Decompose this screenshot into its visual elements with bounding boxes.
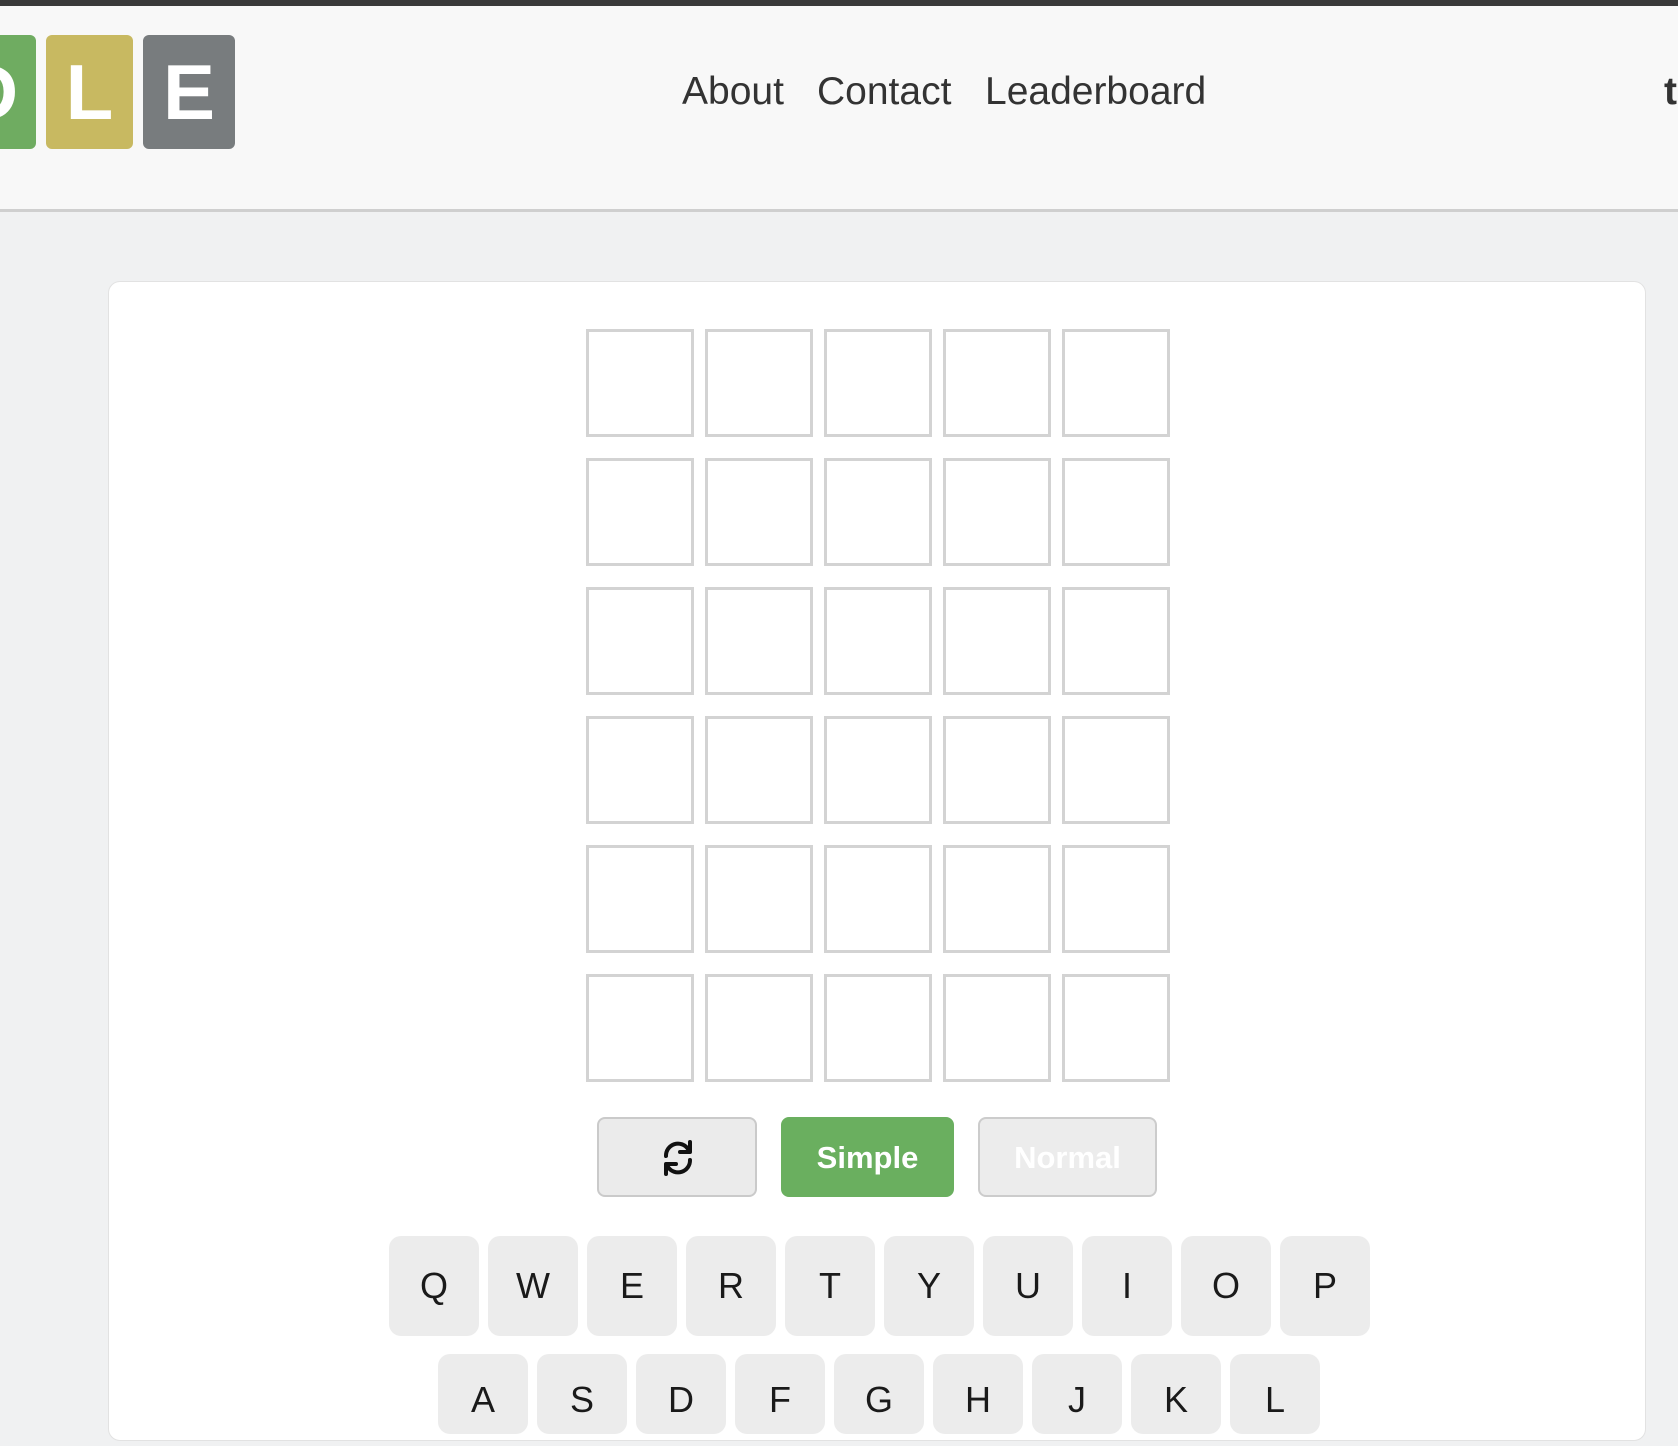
guess-row (586, 329, 1170, 437)
grid-cell (1062, 845, 1170, 953)
nav-leaderboard-link[interactable]: Leaderboard (985, 62, 1206, 122)
key-u[interactable]: U (983, 1236, 1073, 1336)
keyboard-row-1: Q W E R T Y U I O P (389, 1236, 1370, 1336)
grid-cell (824, 329, 932, 437)
grid-cell (943, 716, 1051, 824)
grid-cell (824, 458, 932, 566)
grid-cell (1062, 716, 1170, 824)
nav-about-link[interactable]: About (682, 62, 784, 122)
normal-mode-button[interactable]: Normal (978, 1117, 1157, 1197)
header-right-text: t (1664, 70, 1677, 113)
key-s[interactable]: S (537, 1354, 627, 1434)
site-header: D L E About Contact Leaderboard t (0, 6, 1678, 212)
guess-grid (586, 329, 1170, 1103)
grid-cell (586, 458, 694, 566)
grid-cell (705, 845, 813, 953)
guess-row (586, 974, 1170, 1082)
grid-cell (586, 587, 694, 695)
key-q[interactable]: Q (389, 1236, 479, 1336)
grid-cell (824, 587, 932, 695)
key-e[interactable]: E (587, 1236, 677, 1336)
key-k[interactable]: K (1131, 1354, 1221, 1434)
grid-cell (586, 845, 694, 953)
key-a[interactable]: A (438, 1354, 528, 1434)
grid-cell (943, 458, 1051, 566)
grid-cell (586, 716, 694, 824)
grid-cell (824, 716, 932, 824)
grid-cell (1062, 974, 1170, 1082)
grid-cell (943, 329, 1051, 437)
key-w[interactable]: W (488, 1236, 578, 1336)
keyboard-row-2: A S D F G H J K L (438, 1354, 1320, 1434)
grid-cell (705, 458, 813, 566)
logo-tile-e: E (143, 35, 235, 149)
key-y[interactable]: Y (884, 1236, 974, 1336)
grid-cell (705, 587, 813, 695)
key-d[interactable]: D (636, 1354, 726, 1434)
grid-cell (824, 845, 932, 953)
key-f[interactable]: F (735, 1354, 825, 1434)
guess-row (586, 587, 1170, 695)
logo-tile-l: L (46, 35, 133, 149)
grid-cell (705, 974, 813, 1082)
guess-row (586, 458, 1170, 566)
key-o[interactable]: O (1181, 1236, 1271, 1336)
grid-cell (824, 974, 932, 1082)
grid-cell (943, 974, 1051, 1082)
guess-row (586, 716, 1170, 824)
key-j[interactable]: J (1032, 1354, 1122, 1434)
grid-cell (586, 329, 694, 437)
key-r[interactable]: R (686, 1236, 776, 1336)
grid-cell (705, 329, 813, 437)
logo-tile-d: D (0, 35, 36, 149)
key-l[interactable]: L (1230, 1354, 1320, 1434)
key-p[interactable]: P (1280, 1236, 1370, 1336)
grid-cell (586, 974, 694, 1082)
simple-mode-button[interactable]: Simple (781, 1117, 954, 1197)
grid-cell (1062, 587, 1170, 695)
key-g[interactable]: G (834, 1354, 924, 1434)
key-t[interactable]: T (785, 1236, 875, 1336)
grid-cell (943, 845, 1051, 953)
grid-cell (705, 716, 813, 824)
grid-cell (1062, 329, 1170, 437)
nav-contact-link[interactable]: Contact (817, 62, 951, 122)
key-h[interactable]: H (933, 1354, 1023, 1434)
key-i[interactable]: I (1082, 1236, 1172, 1336)
refresh-icon (663, 1140, 693, 1176)
guess-row (586, 845, 1170, 953)
grid-cell (943, 587, 1051, 695)
grid-cell (1062, 458, 1170, 566)
refresh-button[interactable] (597, 1117, 757, 1197)
